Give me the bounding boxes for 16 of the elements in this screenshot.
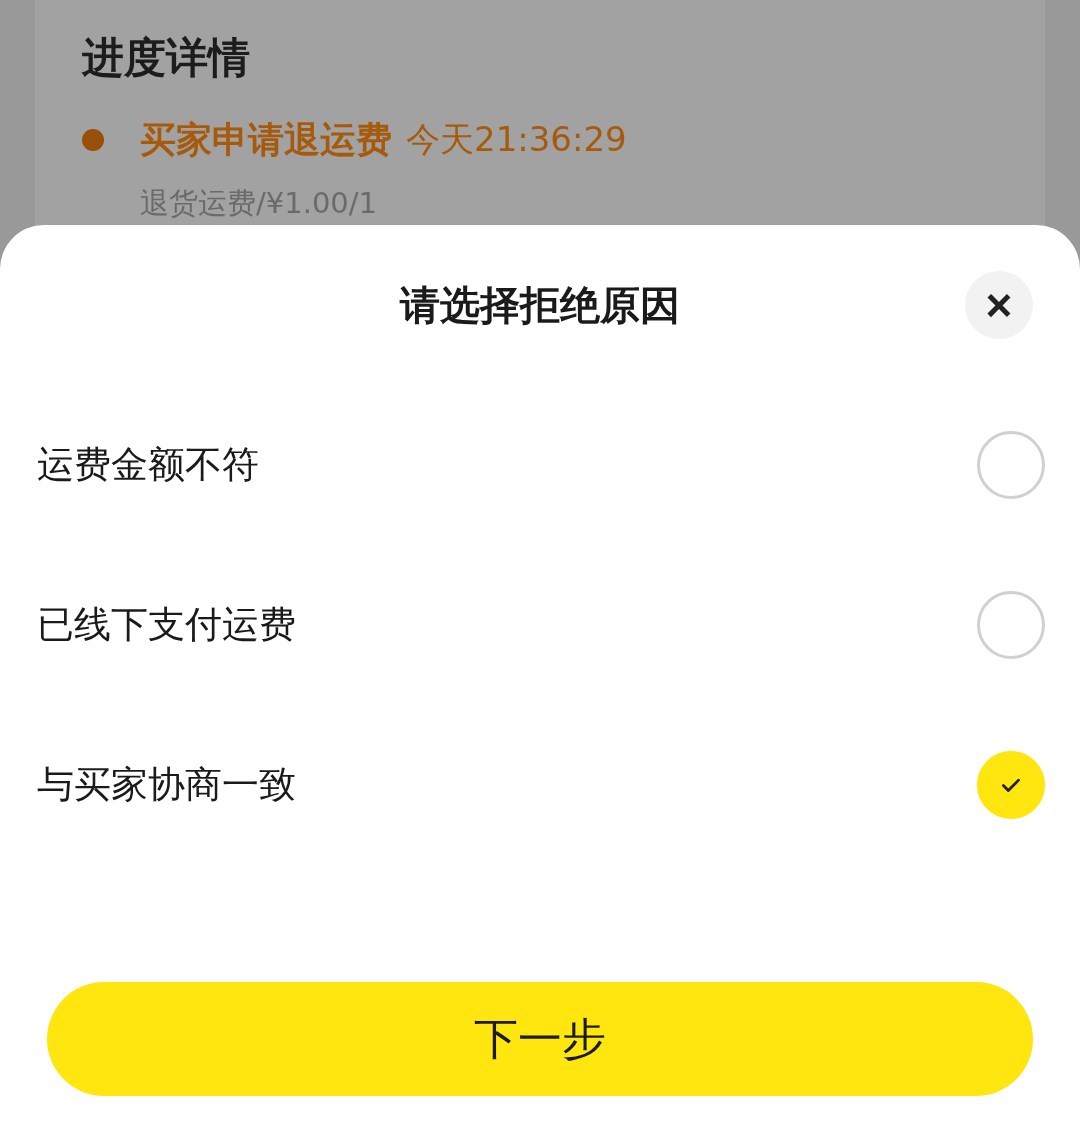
option-row[interactable]: 与买家协商一致: [0, 705, 1080, 865]
status-dot: [82, 129, 104, 151]
section-heading: 进度详情: [82, 32, 251, 84]
event-title: 买家申请退运费: [140, 117, 392, 162]
option-label: 运费金额不符: [37, 442, 259, 488]
option-label: 与买家协商一致: [37, 762, 296, 808]
option-row[interactable]: 已线下支付运费: [0, 545, 1080, 705]
event-time: 今天21:36:29: [406, 118, 627, 161]
option-row[interactable]: 运费金额不符: [0, 385, 1080, 545]
option-label: 已线下支付运费: [37, 602, 296, 648]
event-detail: 退货运费/¥1.00/1: [140, 185, 378, 222]
radio-button[interactable]: [977, 431, 1045, 499]
dialog-title: 请选择拒绝原因: [400, 280, 680, 330]
close-button[interactable]: ×: [965, 271, 1033, 339]
radio-button[interactable]: [977, 591, 1045, 659]
next-button[interactable]: 下一步: [47, 982, 1033, 1096]
